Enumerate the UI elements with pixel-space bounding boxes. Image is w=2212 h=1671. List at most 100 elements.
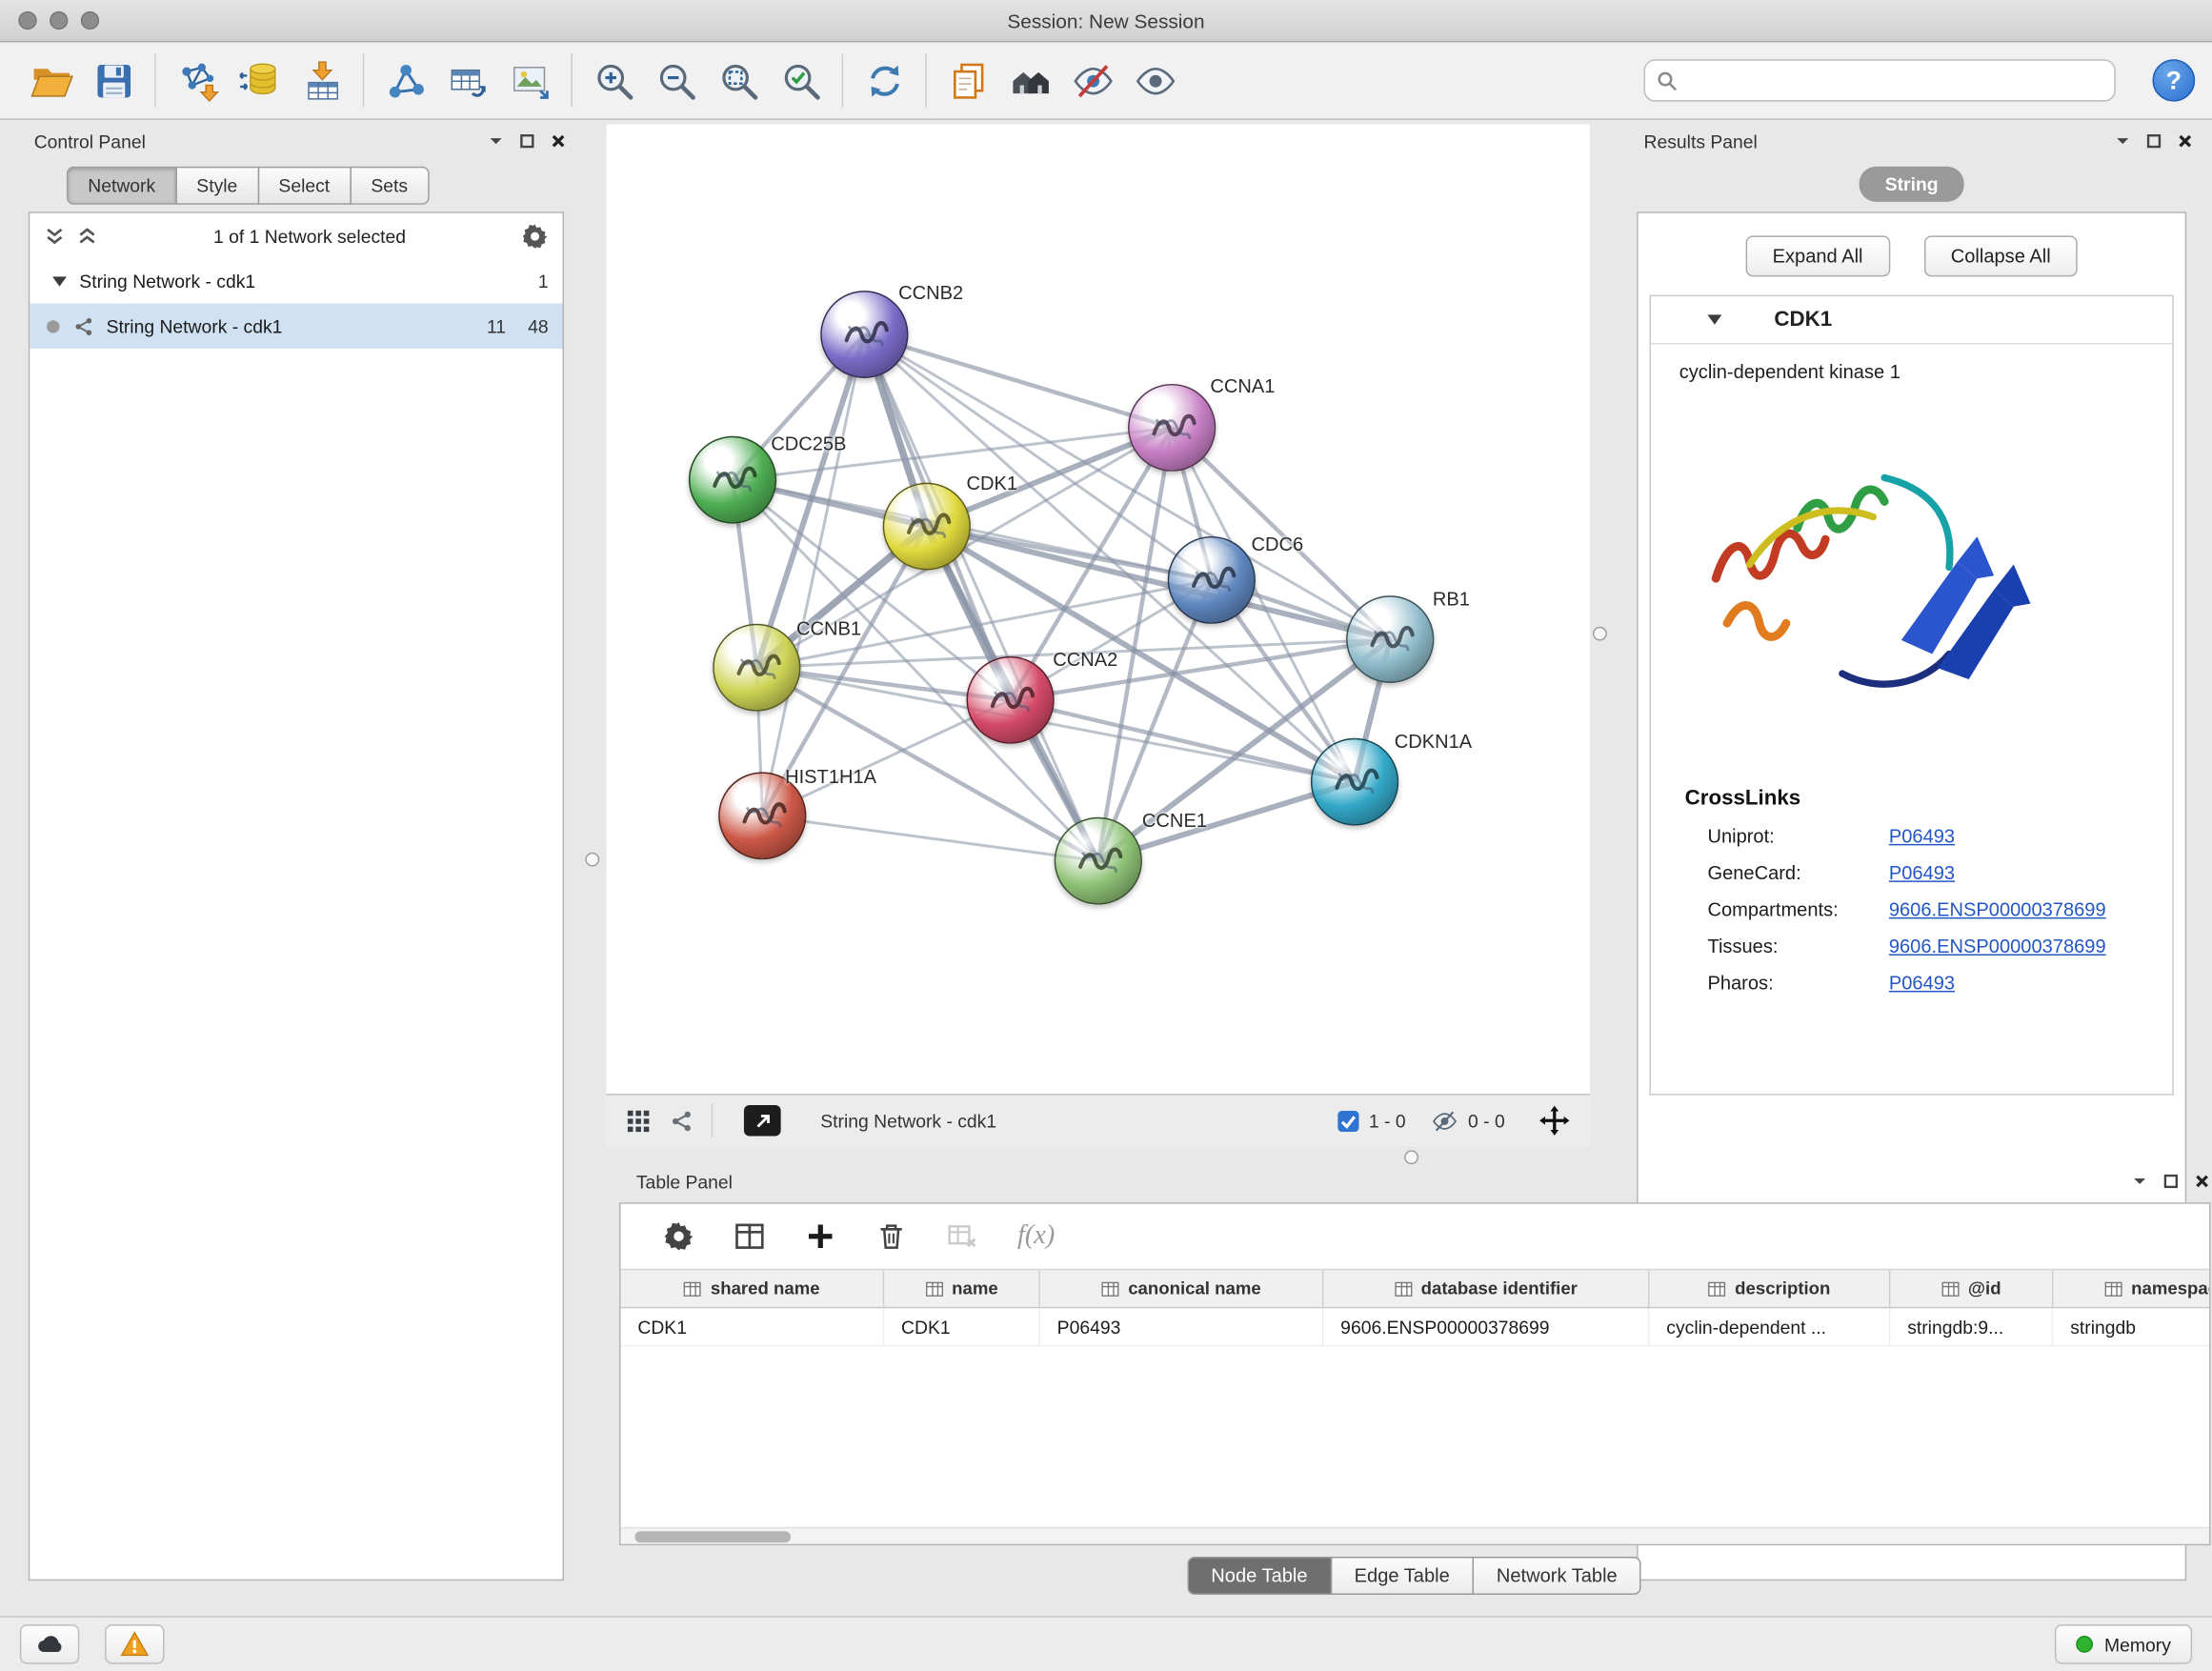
network-node-cdk1[interactable]	[883, 483, 971, 571]
float-panel-icon[interactable]	[518, 132, 535, 150]
tab-edge-table[interactable]: Edge Table	[1330, 1557, 1474, 1595]
protein-structure-thumbnail	[733, 786, 792, 845]
crosslink-link[interactable]: P06493	[1889, 826, 1955, 847]
network-options-gear-icon[interactable]	[521, 222, 548, 249]
table-row[interactable]: CDK1 CDK1 P06493 9606.ENSP00000378699 cy…	[621, 1308, 2211, 1346]
cell-name[interactable]: CDK1	[884, 1308, 1040, 1345]
crosslink-link[interactable]: P06493	[1889, 862, 1955, 883]
zoom-out-button[interactable]	[645, 48, 707, 112]
network-edge[interactable]	[762, 334, 864, 815]
help-button[interactable]: ?	[2153, 59, 2196, 101]
network-node-ccna1[interactable]	[1128, 384, 1216, 472]
network-table-button[interactable]	[436, 48, 498, 112]
zoom-selected-button[interactable]	[770, 48, 832, 112]
right-splitter-handle[interactable]	[1593, 627, 1607, 641]
tab-network[interactable]: Network	[67, 167, 177, 205]
card-disclosure-icon[interactable]	[1707, 314, 1721, 324]
network-canvas[interactable]: CCNB2CCNA1CDC25BCDK1CDC6RB1CCNB1CCNA2CDK…	[607, 124, 1590, 1094]
copy-documents-button[interactable]	[936, 48, 998, 112]
create-column-plus-icon[interactable]	[805, 1220, 836, 1252]
zoom-fit-button[interactable]	[707, 48, 769, 112]
cell-canonical-name[interactable]: P06493	[1040, 1308, 1324, 1345]
selected-checkbox-icon[interactable]	[1337, 1110, 1358, 1131]
column-header[interactable]: name	[884, 1270, 1040, 1307]
expand-all-button[interactable]: Expand All	[1745, 235, 1889, 276]
cell-description[interactable]: cyclin-dependent ...	[1649, 1308, 1890, 1345]
expand-all-networks-icon[interactable]	[44, 225, 65, 246]
close-panel-icon[interactable]	[2177, 132, 2194, 150]
network-row[interactable]: String Network - cdk1 11 48	[30, 304, 562, 349]
save-session-button[interactable]	[82, 48, 144, 112]
open-session-button[interactable]	[20, 48, 82, 112]
crosslink-link[interactable]: 9606.ENSP00000378699	[1889, 899, 2106, 920]
show-all-button[interactable]	[1124, 48, 1186, 112]
search-input[interactable]	[1686, 70, 2102, 91]
column-header[interactable]: canonical name	[1040, 1270, 1324, 1307]
table-options-gear-icon[interactable]	[663, 1220, 694, 1252]
network-edge[interactable]	[864, 334, 1172, 428]
tab-network-table[interactable]: Network Table	[1473, 1557, 1641, 1595]
left-splitter-handle[interactable]	[585, 853, 599, 867]
cloud-button[interactable]	[20, 1624, 79, 1663]
import-network-file-button[interactable]	[166, 48, 228, 112]
network-node-rb1[interactable]	[1346, 595, 1434, 683]
import-network-database-button[interactable]	[228, 48, 290, 112]
delete-column-trash-icon[interactable]	[875, 1220, 907, 1252]
network-collection-row[interactable]: String Network - cdk1 1	[30, 258, 562, 303]
column-header[interactable]: shared name	[621, 1270, 885, 1307]
close-panel-icon[interactable]	[550, 132, 567, 150]
column-header[interactable]: @id	[1890, 1270, 2053, 1307]
panel-menu-icon[interactable]	[2114, 132, 2131, 150]
home-views-button[interactable]	[999, 48, 1061, 112]
panel-menu-icon[interactable]	[2131, 1173, 2148, 1190]
bottom-splitter-handle[interactable]	[1404, 1150, 1418, 1164]
tab-string[interactable]: String	[1860, 167, 1964, 202]
import-table-file-button[interactable]	[291, 48, 352, 112]
warning-button[interactable]	[105, 1624, 164, 1663]
collection-disclosure-icon[interactable]	[52, 276, 67, 286]
memory-button[interactable]: Memory	[2055, 1624, 2192, 1663]
open-in-string-button[interactable]	[744, 1105, 781, 1137]
network-node-ccnb1[interactable]	[713, 624, 800, 712]
pan-crosshair-icon[interactable]	[1538, 1105, 1570, 1137]
tab-node-table[interactable]: Node Table	[1187, 1557, 1332, 1595]
show-columns-icon[interactable]	[734, 1220, 766, 1252]
network-node-cdc6[interactable]	[1168, 536, 1256, 624]
horizontal-scrollbar[interactable]	[621, 1527, 2209, 1544]
column-header[interactable]: database identifier	[1323, 1270, 1649, 1307]
cell-namespace[interactable]: stringdb	[2053, 1308, 2210, 1345]
refresh-layout-button[interactable]	[853, 48, 915, 112]
tab-sets[interactable]: Sets	[350, 167, 429, 205]
collapse-all-networks-icon[interactable]	[76, 225, 97, 246]
crosslink-link[interactable]: P06493	[1889, 973, 1955, 994]
panel-menu-icon[interactable]	[488, 132, 505, 150]
network-node-cdc25b[interactable]	[689, 436, 776, 524]
export-image-button[interactable]	[499, 48, 561, 112]
network-node-ccnb2[interactable]	[820, 291, 908, 378]
float-panel-icon[interactable]	[2145, 132, 2162, 150]
network-edge[interactable]	[762, 815, 1098, 860]
cell-id[interactable]: stringdb:9...	[1890, 1308, 2053, 1345]
network-overview-icon[interactable]	[671, 1109, 694, 1133]
network-edge[interactable]	[864, 334, 1097, 861]
network-node-ccna2[interactable]	[966, 656, 1054, 744]
grid-view-icon[interactable]	[626, 1109, 650, 1133]
hidden-eye-icon[interactable]	[1431, 1107, 1458, 1134]
hide-selected-button[interactable]	[1061, 48, 1123, 112]
zoom-in-button[interactable]	[582, 48, 644, 112]
float-panel-icon[interactable]	[2162, 1173, 2180, 1190]
network-node-ccne1[interactable]	[1055, 817, 1142, 905]
tab-style[interactable]: Style	[175, 167, 259, 205]
tab-select[interactable]: Select	[257, 167, 351, 205]
cell-shared-name[interactable]: CDK1	[621, 1308, 885, 1345]
network-node-cdkn1a[interactable]	[1311, 738, 1398, 826]
close-panel-icon[interactable]	[2194, 1173, 2211, 1190]
cell-database-identifier[interactable]: 9606.ENSP00000378699	[1323, 1308, 1649, 1345]
network-tools-button[interactable]	[374, 48, 436, 112]
column-header[interactable]: description	[1649, 1270, 1890, 1307]
network-icon	[383, 58, 427, 102]
column-header[interactable]: namespace	[2053, 1270, 2210, 1307]
crosslink-link[interactable]: 9606.ENSP00000378699	[1889, 936, 2106, 956]
collapse-all-button[interactable]: Collapse All	[1923, 235, 2077, 276]
scrollbar-thumb[interactable]	[634, 1531, 791, 1542]
